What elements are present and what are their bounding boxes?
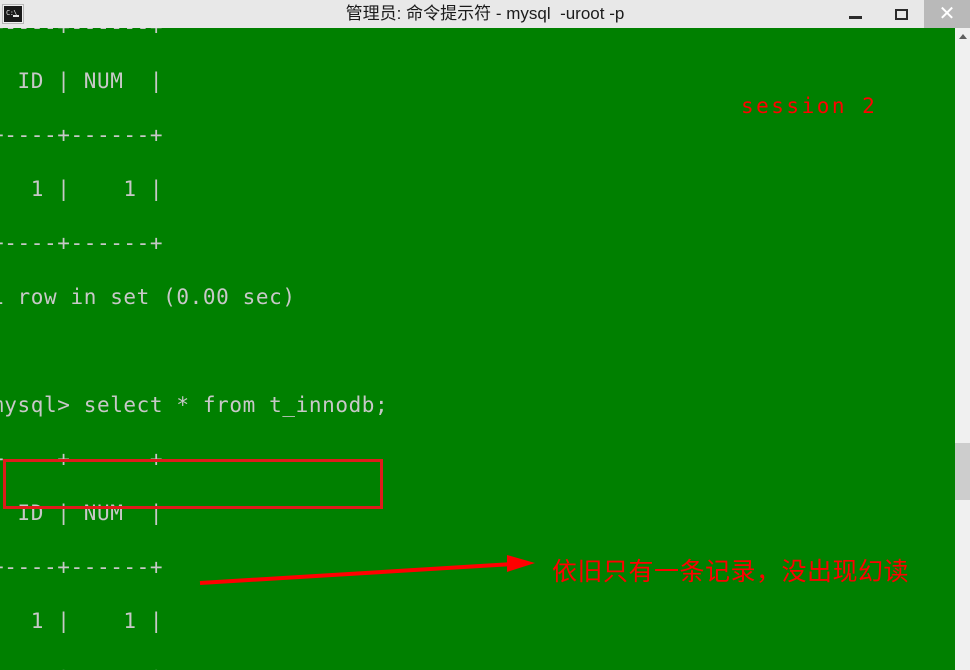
highlight-box-annotation [3,459,383,509]
terminal-output-area[interactable]: +----+------+ | ID | NUM | +----+------+ | … [0,28,955,670]
terminal-line: +----+------+ [0,648,163,670]
session-label-annotation: session 2 [741,94,878,118]
terminal-line: +----+------+ [0,123,164,147]
maximize-button[interactable] [878,0,924,28]
terminal-line: | 1 | 1 | [0,177,164,201]
command-prompt-window: C:\ 管理员: 命令提示符 - mysql -uroot -p ✕ +----… [0,0,970,670]
console-icon-cursor [13,15,19,17]
title-bar: C:\ 管理员: 命令提示符 - mysql -uroot -p ✕ [0,0,970,28]
terminal-line: +----+------+ [0,231,164,255]
close-button[interactable]: ✕ [924,0,970,28]
scroll-thumb[interactable] [955,443,970,500]
arrow-annotation [199,555,535,585]
terminal-line: | ID | NUM | [0,69,164,93]
terminal-line: mysql> select * from t_innodb; [0,393,389,417]
scroll-up-icon[interactable] [955,28,970,45]
console-icon: C:\ [2,4,24,24]
vertical-scrollbar[interactable] [955,28,970,670]
minimize-button[interactable] [832,0,878,28]
terminal-line: | 1 | 1 | [0,609,164,633]
close-icon: ✕ [938,3,956,25]
minimize-icon [848,16,862,19]
note-annotation: 依旧只有一条记录，没出现幻读 [552,557,910,586]
terminal-line: +----+------+ [0,555,164,579]
terminal-line: +----+------+ [0,28,163,54]
maximize-icon [894,8,908,20]
scroll-up-triangle [958,34,967,39]
window-title: 管理员: 命令提示符 - mysql -uroot -p [345,4,625,23]
terminal-line: 1 row in set (0.00 sec) [0,285,296,309]
